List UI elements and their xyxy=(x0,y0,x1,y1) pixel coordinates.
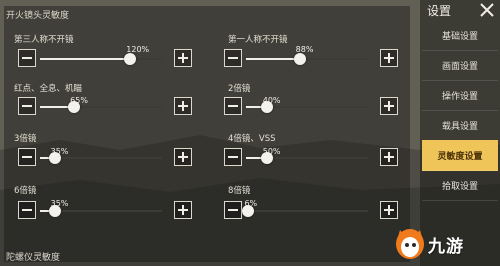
plus-icon-stem xyxy=(182,205,184,215)
nav-vehicle-settings[interactable]: 载具设置 xyxy=(422,110,498,141)
scope-sensitivity-heading: 开火镜头灵敏度 xyxy=(6,11,70,21)
nav-control-settings[interactable]: 操作设置 xyxy=(422,80,498,111)
minus-icon xyxy=(22,105,32,107)
scope-8x-slider-track[interactable] xyxy=(246,210,368,212)
scope-3x-increase-button[interactable] xyxy=(174,148,192,166)
scope-2x-label: 2倍镜 xyxy=(228,84,251,94)
scope-8x-label: 8倍镜 xyxy=(228,186,251,196)
settings-title: 设置 xyxy=(427,4,452,18)
red-dot-holo-iron-decrease-button[interactable] xyxy=(18,97,36,115)
third-person-no-scope-decrease-button[interactable] xyxy=(18,49,36,67)
plus-icon-stem xyxy=(388,101,390,111)
nav-label: 画面设置 xyxy=(441,61,478,72)
scope-4x-vss-increase-button[interactable] xyxy=(380,148,398,166)
nav-label: 拾取设置 xyxy=(441,181,478,192)
scope-2x-value: 40% xyxy=(262,96,281,105)
scope-6x-decrease-button[interactable] xyxy=(18,201,36,219)
first-person-no-scope-decrease-button[interactable] xyxy=(224,49,242,67)
nav-pickup-settings[interactable]: 拾取设置 xyxy=(422,170,498,201)
nav-sensitivity-settings[interactable]: 灵敏度设置 xyxy=(422,140,498,171)
scope-8x-decrease-button[interactable] xyxy=(224,201,242,219)
first-person-no-scope-slider-handle[interactable] xyxy=(293,53,306,65)
third-person-no-scope-slider-fill xyxy=(40,58,131,60)
nav-label: 基础设置 xyxy=(441,31,478,42)
plus-icon-stem xyxy=(182,152,184,162)
scope-8x-increase-button[interactable] xyxy=(380,201,398,219)
scope-2x-increase-button[interactable] xyxy=(380,97,398,115)
scope-6x-label: 6倍镜 xyxy=(14,186,37,196)
scope-4x-vss-decrease-button[interactable] xyxy=(224,148,242,166)
scope-8x-value: 6% xyxy=(244,199,258,208)
minus-icon xyxy=(228,156,238,158)
nav-label: 操作设置 xyxy=(441,91,478,102)
watermark-text: 九游 xyxy=(428,237,464,257)
red-dot-holo-iron-increase-button[interactable] xyxy=(174,97,192,115)
third-person-no-scope-increase-button[interactable] xyxy=(174,49,192,67)
plus-icon-stem xyxy=(388,205,390,215)
red-dot-holo-iron-label: 红点、全息、机瞄 xyxy=(14,84,83,94)
scope-6x-increase-button[interactable] xyxy=(174,201,192,219)
red-dot-holo-iron-slider-track[interactable] xyxy=(40,106,162,108)
nav-label: 载具设置 xyxy=(441,121,478,132)
third-person-no-scope-label: 第三人称不开镜 xyxy=(14,35,74,45)
minus-icon xyxy=(228,105,238,107)
gyro-sensitivity-heading: 陀螺仪灵敏度 xyxy=(6,253,61,263)
red-dot-holo-iron-value: 65% xyxy=(70,96,88,105)
first-person-no-scope-slider-track[interactable] xyxy=(246,58,368,60)
nav-basic-settings[interactable]: 基础设置 xyxy=(422,20,498,51)
third-person-no-scope-slider-track[interactable] xyxy=(40,58,162,60)
first-person-no-scope-slider-fill xyxy=(246,58,300,60)
nav-graphics-settings[interactable]: 画面设置 xyxy=(422,50,498,81)
scope-3x-decrease-button[interactable] xyxy=(18,148,36,166)
plus-icon-stem xyxy=(182,53,184,63)
minus-icon xyxy=(22,156,32,158)
close-icon[interactable] xyxy=(478,1,496,19)
plus-icon-stem xyxy=(388,152,390,162)
nav-label: 灵敏度设置 xyxy=(437,151,483,162)
scope-2x-decrease-button[interactable] xyxy=(224,97,242,115)
minus-icon xyxy=(228,57,238,59)
minus-icon xyxy=(22,209,32,211)
scope-6x-value: 35% xyxy=(50,199,69,208)
first-person-no-scope-increase-button[interactable] xyxy=(380,49,398,67)
minus-icon xyxy=(22,57,32,59)
plus-icon-stem xyxy=(182,101,184,111)
third-person-no-scope-value: 120% xyxy=(126,45,150,54)
first-person-no-scope-label: 第一人称不开镜 xyxy=(228,35,288,45)
scope-4x-vss-label: 4倍镜、VSS xyxy=(228,134,276,144)
scope-4x-vss-value: 50% xyxy=(262,147,281,156)
minus-icon xyxy=(228,209,238,211)
scope-3x-value: 35% xyxy=(50,147,69,156)
scope-3x-label: 3倍镜 xyxy=(14,134,37,144)
plus-icon-stem xyxy=(388,53,390,63)
first-person-no-scope-value: 88% xyxy=(295,45,314,54)
